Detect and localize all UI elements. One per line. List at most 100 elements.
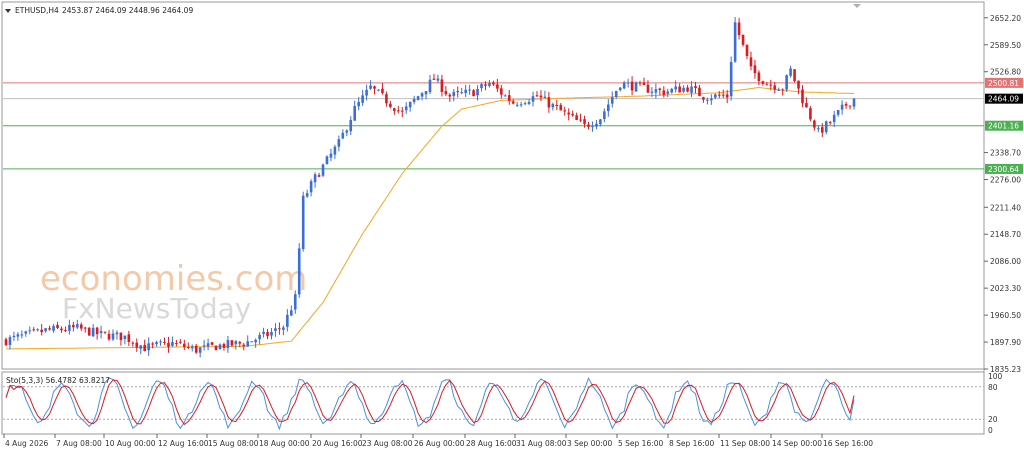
candle-body (714, 94, 717, 98)
candle-body (349, 119, 353, 132)
candle-body (729, 62, 733, 97)
candle-body (258, 334, 261, 340)
candle-body (135, 342, 139, 348)
candle-body (270, 331, 273, 336)
price-tick-label: 2526.80 (990, 68, 1021, 77)
candle-body (345, 130, 349, 133)
candle-body (155, 342, 158, 345)
candle-body (325, 156, 329, 164)
candle-body (630, 81, 634, 91)
candle-body (555, 104, 559, 107)
candle-body (341, 132, 345, 139)
candle-body (440, 79, 444, 92)
candle-body (694, 86, 697, 89)
candle-body (607, 104, 610, 112)
candle-body (591, 126, 594, 128)
candle-body (337, 139, 341, 147)
time-tick-label: 11 Sep 08:00 (720, 439, 770, 448)
candle-body (151, 343, 154, 345)
candle-body (286, 314, 289, 327)
candle-body (717, 94, 721, 96)
candle-body (452, 91, 456, 97)
price-tick-label: 2589.50 (990, 41, 1021, 50)
candle-body (638, 82, 642, 84)
candle-body (369, 85, 372, 89)
candle-body (662, 90, 666, 96)
candle-body (769, 84, 773, 86)
candle-body (218, 344, 222, 349)
candle-body (333, 146, 337, 155)
oscillator-label: Sto(5,3,3) 56.4782 63.8217 (6, 376, 110, 385)
price-tick-label: 1897.90 (990, 338, 1021, 347)
candle-body (16, 334, 20, 337)
candle-body (83, 327, 87, 329)
candle-body (385, 94, 388, 104)
candle-body (64, 330, 67, 332)
candle-body (666, 91, 670, 94)
candle-body (579, 119, 582, 121)
candle-body (361, 95, 364, 103)
candle-body (757, 72, 761, 81)
candle-body (190, 346, 194, 349)
time-tick-label: 15 Aug 08:00 (208, 439, 259, 448)
symbol-label: ETHUSD,H4 (15, 6, 59, 15)
candle-body (448, 94, 452, 97)
candle-body (464, 89, 467, 94)
candle-body (749, 57, 753, 67)
candle-body (432, 78, 436, 80)
candle-body (682, 87, 685, 92)
candle-body (297, 248, 301, 295)
candle-body (535, 95, 539, 97)
time-tick-label: 26 Aug 00:00 (414, 439, 465, 448)
candle-body (353, 106, 357, 121)
candle-body (305, 193, 309, 197)
level-price-label: 2500.81 (988, 79, 1019, 88)
candle-body (476, 88, 479, 96)
time-tick-label: 8 Sep 16:00 (669, 439, 715, 448)
candle-body (622, 82, 626, 89)
candle-body (824, 121, 828, 133)
candle-body (634, 82, 638, 92)
candle-body (805, 103, 808, 108)
price-chart[interactable]: economies.com FxNewsToday 2500.812464.09… (0, 0, 1024, 454)
price-tick-label: 2211.40 (990, 203, 1021, 212)
candle-body (595, 123, 598, 127)
candle-body (183, 343, 186, 348)
candle-body (702, 97, 705, 100)
candle-body (733, 22, 737, 62)
candle-body (262, 331, 265, 335)
candle-body (725, 94, 729, 98)
candle-body (52, 326, 55, 331)
candle-body (424, 91, 428, 95)
candle-body (801, 89, 804, 104)
candle-body (8, 337, 12, 345)
candle-body (551, 104, 555, 108)
candle-body (321, 164, 325, 176)
candle-body (87, 327, 91, 336)
candle-body (20, 334, 24, 336)
candle-body (111, 333, 115, 340)
candle-body (650, 91, 654, 93)
level-price-label: 2401.16 (988, 122, 1019, 131)
candle-body (678, 86, 681, 93)
candle-body (420, 93, 424, 97)
candle-body (202, 345, 206, 347)
candle-body (706, 99, 709, 101)
candle-body (753, 65, 757, 74)
candle-body (393, 108, 396, 112)
candle-body (373, 86, 376, 89)
candle-body (777, 89, 781, 91)
time-tick-label: 10 Aug 00:00 (105, 439, 156, 448)
time-tick-label: 18 Aug 00:00 (259, 439, 310, 448)
candle-body (167, 342, 170, 347)
candle-body (710, 98, 713, 101)
oscillator-tick-label: 80 (988, 383, 998, 392)
price-tick-label: 2276.00 (990, 176, 1021, 185)
candle-body (329, 153, 333, 158)
candle-body (412, 99, 416, 103)
time-tick-label: 5 Sep 16:00 (618, 439, 664, 448)
candle-body (278, 328, 281, 330)
candle-body (222, 344, 226, 348)
candle-body (460, 92, 464, 94)
candle-body (95, 327, 99, 335)
